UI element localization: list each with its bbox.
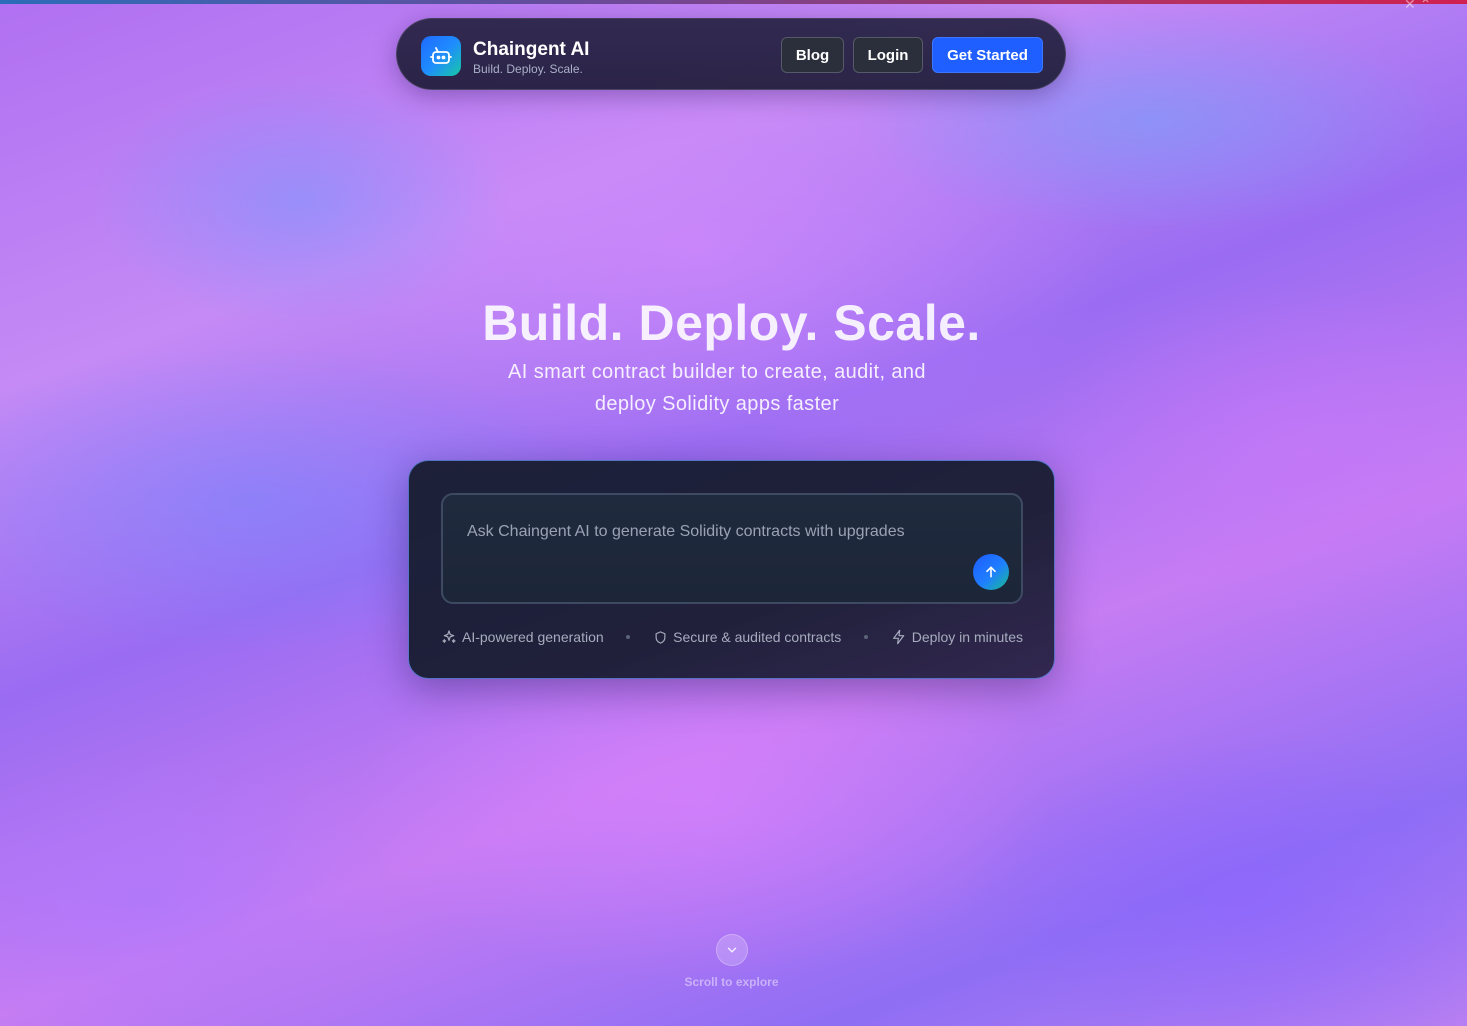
brand-name[interactable]: Chaingent AI bbox=[473, 39, 589, 61]
separator-dot bbox=[863, 635, 868, 639]
feature-item: Secure & audited contracts bbox=[653, 629, 841, 645]
feature-label: AI-powered generation bbox=[462, 629, 604, 645]
prompt-input[interactable] bbox=[467, 523, 967, 541]
navbar: Chaingent AI Build. Deploy. Scale. Blog … bbox=[396, 18, 1066, 90]
feature-label: Secure & audited contracts bbox=[673, 629, 842, 645]
scroll-hint: Scroll to explore bbox=[684, 975, 779, 989]
arrow-up-icon bbox=[986, 566, 996, 578]
feature-item: AI-powered generation bbox=[441, 629, 604, 645]
get-started-button[interactable]: Get Started bbox=[932, 37, 1043, 73]
blog-button[interactable]: Blog bbox=[781, 37, 844, 73]
hero-title: Build. Deploy. Scale. bbox=[482, 295, 981, 351]
prompt-card: AI-powered generation Secure & audited c… bbox=[408, 460, 1055, 679]
chevron-down-icon bbox=[727, 947, 737, 953]
zap-icon bbox=[892, 629, 904, 645]
sparkles-icon bbox=[442, 630, 456, 643]
separator-dot bbox=[626, 635, 631, 639]
scroll-down-button[interactable] bbox=[716, 934, 748, 966]
login-button[interactable]: Login bbox=[853, 37, 923, 73]
send-button[interactable] bbox=[973, 554, 1009, 590]
bot-icon[interactable] bbox=[421, 36, 461, 76]
feature-label: Deploy in minutes bbox=[911, 629, 1023, 645]
brand-tagline: Build. Deploy. Scale. bbox=[473, 62, 583, 76]
feature-item: Deploy in minutes bbox=[891, 629, 1023, 645]
feature-list: AI-powered generation Secure & audited c… bbox=[441, 627, 1023, 647]
window-controls: ✕ ⌃ bbox=[1404, 0, 1432, 12]
hero-subtitle: AI smart contract builder to create, aud… bbox=[508, 361, 926, 415]
browser-top-line bbox=[0, 0, 1467, 4]
shield-icon bbox=[655, 630, 666, 644]
prompt-box[interactable] bbox=[441, 493, 1023, 604]
